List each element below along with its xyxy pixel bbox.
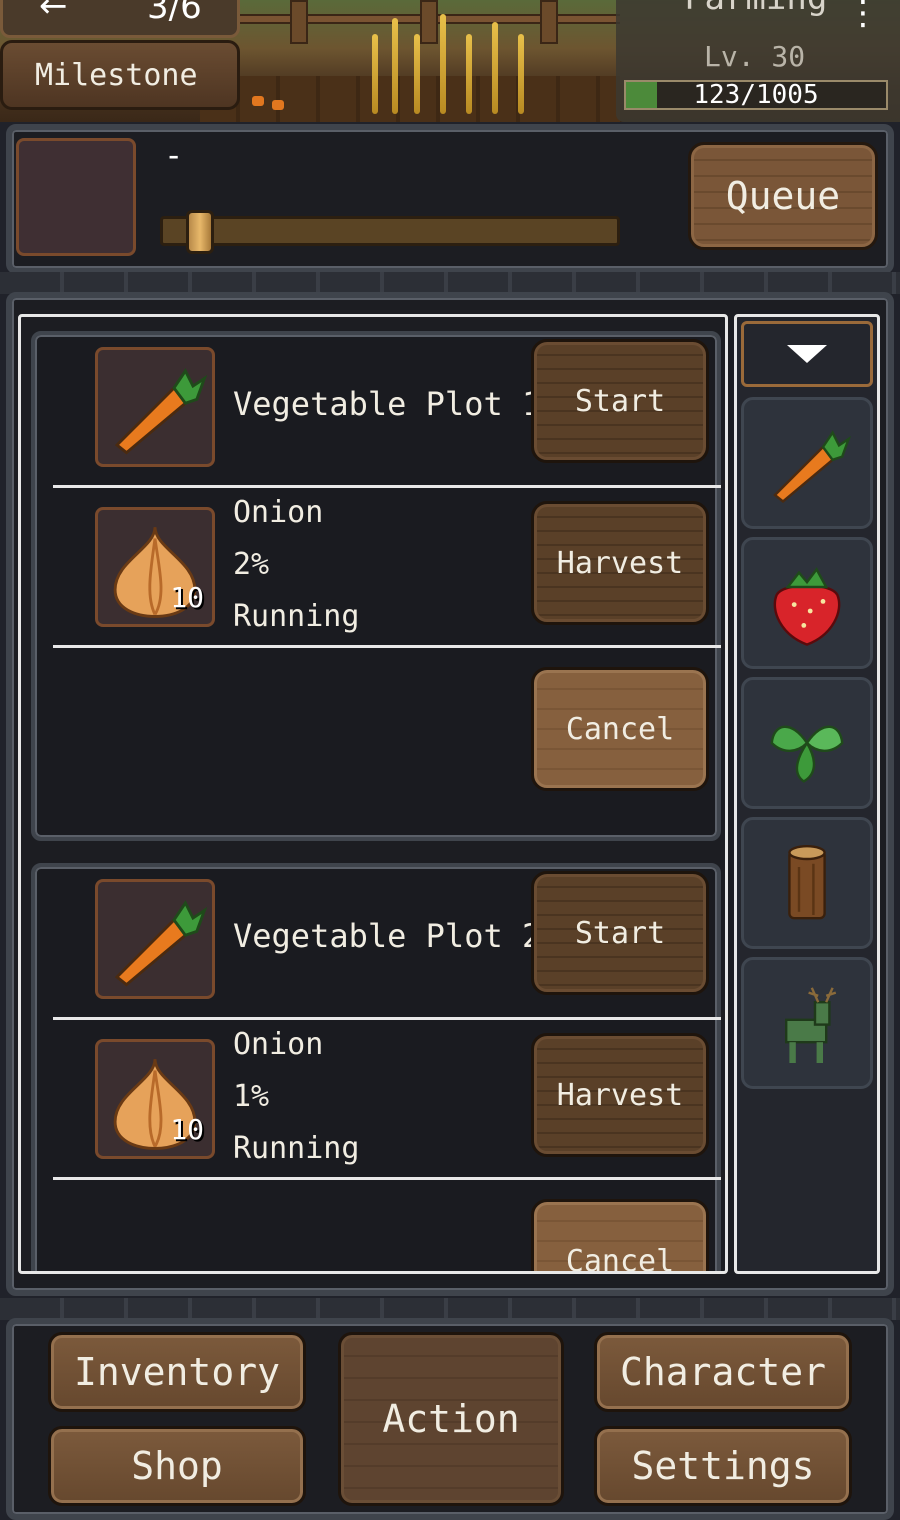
- current-action-label: -: [164, 136, 184, 174]
- harvest-button[interactable]: Harvest: [531, 1033, 709, 1157]
- nav-inventory-button[interactable]: Inventory: [48, 1332, 306, 1412]
- carrot-icon: [114, 368, 208, 455]
- crop-name: Onion: [233, 1027, 324, 1062]
- fence-post: [290, 0, 308, 44]
- harvest-button[interactable]: Harvest: [531, 501, 709, 625]
- action-progress-knob: [185, 210, 214, 254]
- wheat-stalk: [414, 34, 420, 114]
- start-button[interactable]: Start: [531, 339, 709, 463]
- start-button[interactable]: Start: [531, 871, 709, 995]
- nav-action-button[interactable]: Action: [338, 1332, 564, 1506]
- xp-bar: 123/1005: [624, 80, 888, 110]
- arrow-left-icon[interactable]: ←: [39, 0, 68, 23]
- level-label: Lv. 30: [704, 40, 806, 73]
- category-sidebar: [734, 314, 880, 1274]
- page-title: Farming: [684, 0, 827, 18]
- crop-progress: 2%: [233, 547, 270, 582]
- category-herbs[interactable]: [741, 677, 873, 809]
- category-animals[interactable]: [741, 957, 873, 1089]
- stone-divider: [0, 272, 900, 294]
- cancel-button[interactable]: Cancel: [531, 1199, 709, 1271]
- log-icon: [788, 845, 826, 920]
- wheat-stalk: [372, 34, 378, 114]
- herb-leaf-icon: [770, 725, 844, 783]
- deer-icon: [785, 987, 837, 1063]
- fence-post: [420, 0, 438, 44]
- nav-shop-button[interactable]: Shop: [48, 1426, 306, 1506]
- crop-status: Running: [233, 599, 360, 634]
- crop-progress: 1%: [233, 1079, 270, 1114]
- crop-icon-slot[interactable]: 10: [95, 1039, 215, 1159]
- nav-character-button[interactable]: Character: [594, 1332, 852, 1412]
- cancel-button[interactable]: Cancel: [531, 667, 709, 791]
- crop-status: Running: [233, 1131, 360, 1166]
- wheat-stalk: [392, 18, 398, 114]
- stone-divider: [0, 1298, 900, 1320]
- carrot-sprout: [272, 100, 284, 110]
- crop-quantity: 10: [170, 1113, 204, 1146]
- carrot-icon: [773, 430, 851, 503]
- wheat-stalk: [440, 14, 446, 114]
- wheat-stalk: [518, 34, 524, 114]
- current-action-slot[interactable]: [16, 138, 136, 256]
- crop-name: Onion: [233, 495, 324, 530]
- row-divider: [53, 645, 721, 648]
- plot-icon-slot: [95, 879, 215, 999]
- page-counter: 3/6: [147, 0, 202, 27]
- carrot-sprout: [252, 96, 264, 106]
- row-divider: [53, 1017, 721, 1020]
- strawberry-icon: [773, 567, 841, 646]
- back-button[interactable]: ← 3/6: [0, 0, 240, 38]
- fence-post: [540, 0, 558, 44]
- kebab-menu-icon[interactable]: ⋮: [846, 0, 880, 30]
- crop-quantity: 10: [170, 581, 204, 614]
- row-divider: [53, 485, 721, 488]
- action-list[interactable]: Vegetable Plot 1 Start 10 Onion 2% Runni…: [18, 314, 728, 1274]
- wheat-stalk: [466, 34, 472, 114]
- triangle-down-icon: [787, 345, 827, 363]
- action-progress-track: [160, 216, 620, 246]
- category-dropdown[interactable]: [741, 321, 873, 387]
- milestone-button[interactable]: Milestone: [0, 40, 240, 110]
- nav-settings-button[interactable]: Settings: [594, 1426, 852, 1506]
- category-wood[interactable]: [741, 817, 873, 949]
- plot-card: Vegetable Plot 2 Start 10 Onion 1% Runni…: [31, 863, 721, 1271]
- row-divider: [53, 1177, 721, 1180]
- queue-button[interactable]: Queue: [688, 142, 878, 250]
- wheat-stalk: [492, 22, 498, 114]
- xp-text: 123/1005: [693, 80, 819, 110]
- category-vegetables[interactable]: [741, 397, 873, 529]
- plot-name: Vegetable Plot 1: [233, 385, 542, 423]
- crop-icon-slot[interactable]: 10: [95, 507, 215, 627]
- category-fruits[interactable]: [741, 537, 873, 669]
- plot-icon-slot: [95, 347, 215, 467]
- plot-name: Vegetable Plot 2: [233, 917, 542, 955]
- plot-card: Vegetable Plot 1 Start 10 Onion 2% Runni…: [31, 331, 721, 841]
- carrot-icon: [114, 900, 208, 987]
